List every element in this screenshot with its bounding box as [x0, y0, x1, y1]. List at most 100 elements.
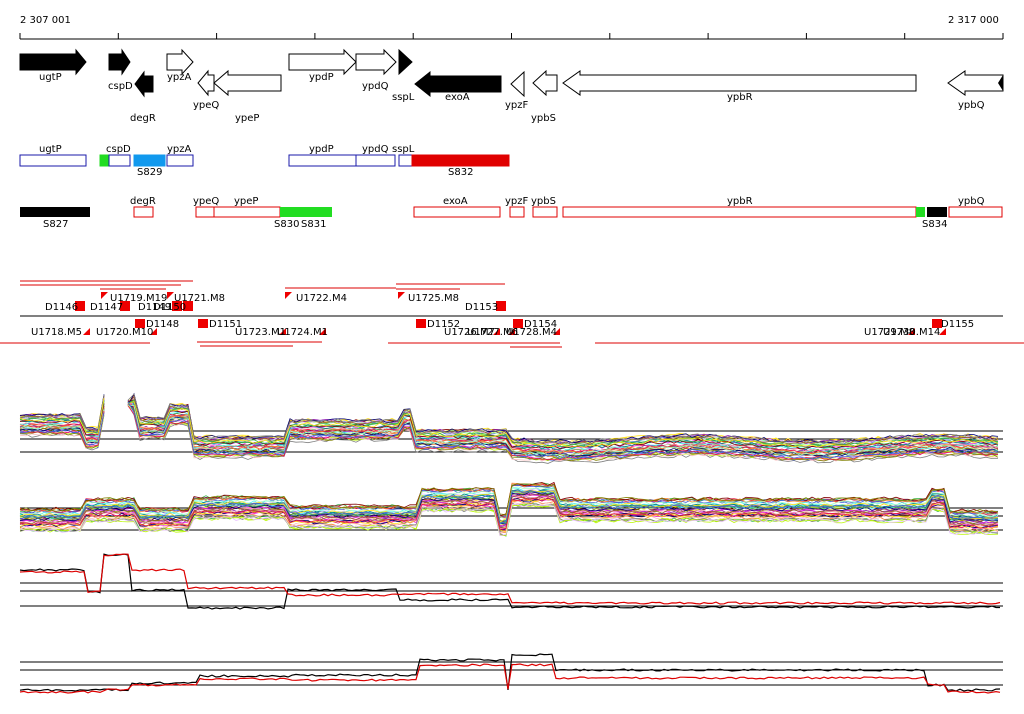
- expression-panel-plus-strand: [19, 392, 1003, 464]
- probe-label: D1146: [45, 302, 78, 313]
- segment-degR[interactable]: degR: [130, 196, 156, 218]
- segment-label: S832: [448, 167, 473, 178]
- segment-exoA[interactable]: exoA: [413, 196, 501, 218]
- segment-S834[interactable]: S834: [922, 207, 947, 230]
- expression-panel-minus-strand: [19, 481, 1003, 537]
- probe-label: U1724.M1: [277, 327, 328, 338]
- gene-ypzF[interactable]: ypzF: [505, 70, 529, 111]
- gene-sspL[interactable]: sspL: [392, 48, 415, 103]
- segment-label: exoA: [443, 196, 468, 207]
- probe-label: D1154: [524, 319, 557, 330]
- summary-trace: [19, 553, 1000, 610]
- segment-label: ypbS: [531, 196, 556, 207]
- gene-label: ypzA: [167, 72, 192, 83]
- segment-label: ypzF: [505, 196, 529, 207]
- segment-label: ypdQ: [362, 144, 389, 155]
- expression-summary-minus: [19, 653, 1003, 694]
- probe-label: U1722.M4: [296, 293, 347, 304]
- segment-label: ypbQ: [958, 196, 985, 207]
- segment-ypbR[interactable]: ypbR: [562, 196, 925, 218]
- genome-browser-viewer: 2 307 001 2 317 000 ugtP cspD degR ypzA …: [0, 15, 1024, 694]
- gene-ypbR[interactable]: ypbR: [562, 70, 917, 103]
- gene-ypdQ[interactable]: ypdQ: [355, 48, 397, 92]
- probe-label: U1720.M10: [96, 327, 153, 338]
- probe-label: D1148: [146, 319, 179, 330]
- segment-label: S827: [43, 219, 68, 230]
- probe-label: U1721.M8: [174, 293, 225, 304]
- gene-ypbS[interactable]: ypbS: [531, 69, 558, 124]
- segment-track-minus: S827 degR ypeQ ypeP S830 S831 exoA ypzF: [20, 196, 1003, 230]
- gene-label: sspL: [392, 92, 415, 103]
- gene-label: ypdP: [309, 72, 334, 83]
- probe-U1724.M1[interactable]: U1724.M1: [277, 327, 328, 338]
- probe-U1721.M8[interactable]: U1721.M8: [167, 292, 225, 304]
- probe-D1153[interactable]: D1153: [465, 301, 506, 313]
- coordinate-ruler: 2 307 001 2 317 000: [19, 15, 1004, 40]
- gene-label: exoA: [445, 92, 470, 103]
- segment-S827[interactable]: S827: [20, 207, 90, 230]
- segment-ypbS[interactable]: ypbS: [531, 196, 558, 218]
- gene-label: ypeQ: [193, 100, 219, 111]
- gene-cspD[interactable]: cspD: [108, 48, 133, 92]
- summary-trace: [19, 553, 1001, 605]
- ruler-end-label: 2 317 000: [948, 15, 999, 26]
- probe-U1722.M4[interactable]: U1722.M4: [285, 292, 347, 304]
- segment-S831[interactable]: S831: [301, 207, 332, 230]
- segment-label: ypeP: [234, 196, 258, 207]
- segment-ypbQ[interactable]: ypbQ: [948, 196, 1003, 218]
- segment-S832[interactable]: S832: [411, 154, 510, 178]
- segment-label: S831: [301, 219, 326, 230]
- gene-track: ugtP cspD degR ypzA ypeQ ypeP ypdP ypdQ: [19, 48, 1004, 124]
- segment-label: cspD: [106, 144, 131, 155]
- gene-label: cspD: [108, 81, 133, 92]
- probe-label: U1730.M14: [883, 327, 940, 338]
- gene-label: ypbR: [727, 92, 753, 103]
- gene-ypdP[interactable]: ypdP: [288, 48, 357, 83]
- segment-ypzF[interactable]: ypzF: [505, 196, 529, 218]
- gene-ugtP[interactable]: ugtP: [19, 48, 87, 83]
- segment-S829[interactable]: S829: [133, 154, 166, 178]
- ruler-start-label: 2 307 001: [20, 15, 71, 26]
- gene-label: ypeP: [235, 113, 259, 124]
- segment-label: sspL: [392, 144, 415, 155]
- probe-U1725.M8[interactable]: U1725.M8: [398, 292, 459, 304]
- probe-label: D1155: [941, 319, 974, 330]
- gene-label: ypzF: [505, 100, 529, 111]
- segment-ypzA[interactable]: ypzA: [166, 144, 194, 167]
- segment-ypeP[interactable]: ypeP: [213, 196, 281, 218]
- probe-label: U1718.M5: [31, 327, 82, 338]
- probe-track: D1146 D1147 U1719.M19 D1149 D1150 U1721.…: [0, 280, 1024, 348]
- segment-ugtP[interactable]: ugtP: [19, 144, 87, 167]
- segment-label: ypeQ: [193, 196, 219, 207]
- gene-ypzA[interactable]: ypzA: [166, 48, 194, 83]
- segment-ypdP[interactable]: ypdP: [288, 144, 357, 167]
- gene-degR[interactable]: degR: [130, 70, 156, 124]
- probe-D1146[interactable]: D1146: [45, 301, 85, 313]
- probe-U1730.M14[interactable]: U1730.M14: [883, 327, 946, 338]
- segment-label: S829: [137, 167, 162, 178]
- segment-label: degR: [130, 196, 156, 207]
- segment-label: S834: [922, 219, 947, 230]
- gene-ypbQ[interactable]: ypbQ: [947, 70, 1004, 111]
- segment-label: S830: [274, 219, 299, 230]
- segment-label: ypdP: [309, 144, 334, 155]
- probe-U1718.M5[interactable]: U1718.M5: [31, 327, 90, 338]
- segment-cspD[interactable]: cspD: [99, 144, 131, 167]
- gene-label: ypbQ: [958, 100, 985, 111]
- segment-ypdQ[interactable]: ypdQ: [355, 144, 396, 167]
- segment-label: ypbR: [727, 196, 753, 207]
- segment-track-plus: ugtP cspD S829 ypzA ypdP ypdQ sspL S832: [19, 144, 510, 178]
- ruler-ticks: [19, 33, 1004, 39]
- gene-ypeP[interactable]: ypeP: [213, 69, 282, 124]
- gene-label: ypbS: [531, 113, 556, 124]
- probe-label: U1725.M8: [408, 293, 459, 304]
- probe-label: D1153: [465, 302, 498, 313]
- segment-label: ypzA: [167, 144, 192, 155]
- gene-exoA[interactable]: exoA: [414, 70, 502, 103]
- gene-label: degR: [130, 113, 156, 124]
- gene-label: ugtP: [39, 72, 62, 83]
- expression-summary-plus: [19, 553, 1003, 610]
- segment-label: ugtP: [39, 144, 62, 155]
- gene-label: ypdQ: [362, 81, 389, 92]
- gene-ypeQ[interactable]: ypeQ: [193, 69, 219, 111]
